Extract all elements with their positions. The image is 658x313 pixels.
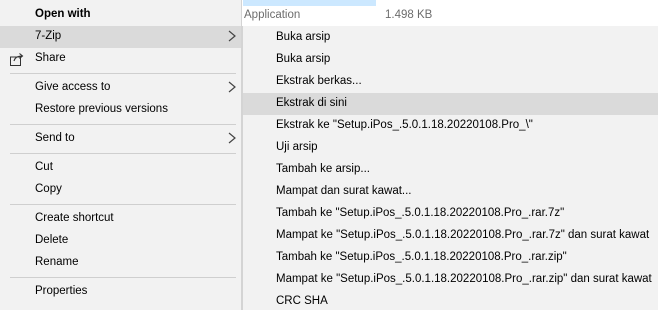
- 7zip-submenu: Buka arsip Buka arsip Ekstrak berkas... …: [242, 26, 658, 310]
- submenu-item-label: Ekstrak berkas...: [276, 75, 362, 87]
- menu-item-label: 7-Zip: [35, 30, 62, 42]
- submenu-item-label: CRC SHA: [276, 295, 328, 307]
- submenu-item-extract-files[interactable]: Ekstrak berkas...: [243, 71, 658, 93]
- submenu-item-compress-and-email[interactable]: Mampat dan surat kawat...: [243, 181, 658, 203]
- menu-item-properties[interactable]: Properties: [0, 281, 241, 303]
- submenu-item-add-to-zip[interactable]: Tambah ke "Setup.iPos_.5.0.1.18.20220108…: [243, 247, 658, 269]
- menu-item-label: Properties: [35, 285, 88, 297]
- submenu-item-label: Mampat ke "Setup.iPos_.5.0.1.18.20220108…: [276, 229, 650, 241]
- selection-highlight: [243, 0, 376, 6]
- menu-separator: [10, 153, 236, 154]
- menu-item-share[interactable]: Share: [0, 48, 241, 70]
- menu-item-give-access[interactable]: Give access to: [0, 77, 241, 99]
- submenu-item-compress-zip-and-email[interactable]: Mampat ke "Setup.iPos_.5.0.1.18.20220108…: [243, 269, 658, 291]
- chevron-right-icon: [228, 132, 236, 144]
- chevron-right-icon: [228, 30, 236, 42]
- menu-item-label: Restore previous versions: [35, 103, 168, 115]
- file-list-row[interactable]: Application 1.498 KB: [243, 0, 658, 26]
- menu-item-label: Copy: [35, 183, 62, 195]
- submenu-item-label: Mampat dan surat kawat...: [276, 185, 412, 197]
- submenu-item-test-archive[interactable]: Uji arsip: [243, 137, 658, 159]
- menu-item-label: Give access to: [35, 81, 111, 93]
- submenu-item-label: Ekstrak ke "Setup.iPos_.5.0.1.18.2022010…: [276, 119, 533, 131]
- menu-item-open-with[interactable]: Open with: [0, 4, 241, 26]
- menu-item-delete[interactable]: Delete: [0, 230, 241, 252]
- submenu-item-label: Buka arsip: [276, 31, 331, 43]
- menu-item-send-to[interactable]: Send to: [0, 128, 241, 150]
- submenu-item-label: Uji arsip: [276, 141, 318, 153]
- menu-separator: [10, 73, 236, 74]
- menu-item-label: Cut: [35, 161, 53, 173]
- menu-item-copy[interactable]: Copy: [0, 179, 241, 201]
- menu-item-label: Delete: [35, 234, 69, 246]
- menu-item-label: Create shortcut: [35, 212, 114, 224]
- menu-separator: [10, 124, 236, 125]
- share-icon: [10, 53, 24, 66]
- submenu-item-open-archive-2[interactable]: Buka arsip: [243, 49, 658, 71]
- submenu-item-open-archive[interactable]: Buka arsip: [243, 27, 658, 49]
- file-type: Application: [244, 9, 301, 21]
- menu-item-cut[interactable]: Cut: [0, 157, 241, 179]
- menu-item-label: Open with: [35, 8, 91, 20]
- submenu-item-compress-7z-and-email[interactable]: Mampat ke "Setup.iPos_.5.0.1.18.20220108…: [243, 225, 658, 247]
- menu-item-7zip[interactable]: 7-Zip: [0, 26, 241, 48]
- submenu-item-label: Ekstrak di sini: [276, 97, 347, 109]
- menu-item-label: Rename: [35, 256, 79, 268]
- menu-item-rename[interactable]: Rename: [0, 252, 241, 274]
- menu-separator: [10, 277, 236, 278]
- submenu-item-add-to-7z[interactable]: Tambah ke "Setup.iPos_.5.0.1.18.20220108…: [243, 203, 658, 225]
- context-menu: Open with 7-Zip Share Give access to Res…: [0, 0, 242, 310]
- submenu-item-add-to-archive[interactable]: Tambah ke arsip...: [243, 159, 658, 181]
- submenu-item-label: Buka arsip: [276, 53, 331, 65]
- submenu-item-label: Tambah ke "Setup.iPos_.5.0.1.18.20220108…: [276, 251, 567, 263]
- menu-item-create-shortcut[interactable]: Create shortcut: [0, 208, 241, 230]
- file-size: 1.498 KB: [385, 9, 433, 21]
- submenu-item-label: Mampat ke "Setup.iPos_.5.0.1.18.20220108…: [276, 273, 652, 285]
- menu-separator: [10, 204, 236, 205]
- menu-item-restore-previous-versions[interactable]: Restore previous versions: [0, 99, 241, 121]
- menu-item-label: Share: [35, 52, 66, 64]
- submenu-item-label: Tambah ke arsip...: [276, 163, 370, 175]
- chevron-right-icon: [228, 81, 236, 93]
- submenu-item-extract-to-folder[interactable]: Ekstrak ke "Setup.iPos_.5.0.1.18.2022010…: [243, 115, 658, 137]
- submenu-item-extract-here[interactable]: Ekstrak di sini: [243, 93, 658, 115]
- menu-item-label: Send to: [35, 132, 75, 144]
- submenu-item-label: Tambah ke "Setup.iPos_.5.0.1.18.20220108…: [276, 207, 565, 219]
